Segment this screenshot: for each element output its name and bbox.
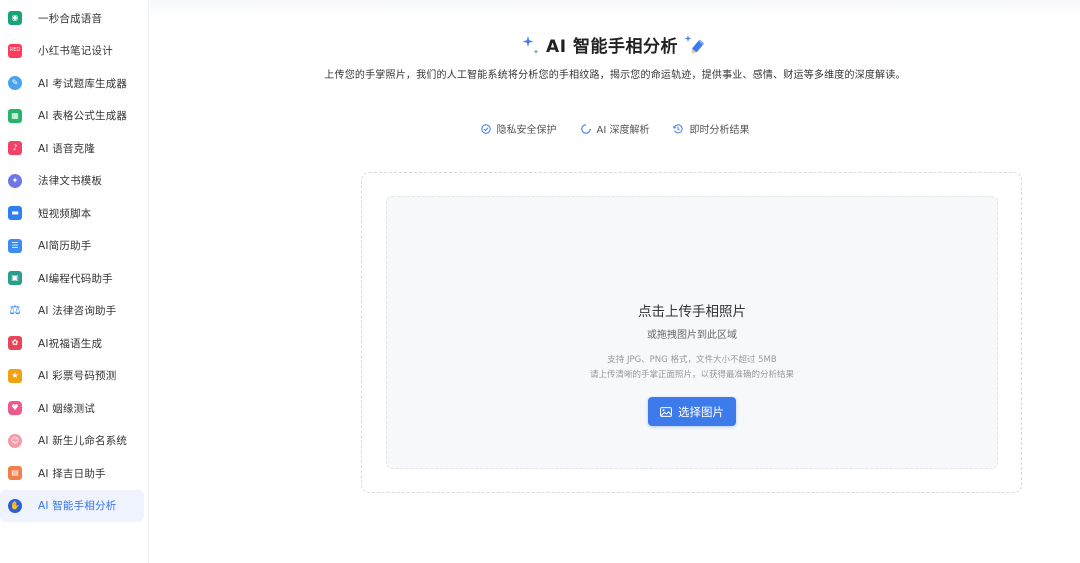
shield-check-icon <box>480 123 491 134</box>
sidebar-item-baby-naming[interactable]: ☺ AI 新生儿命名系统 <box>0 425 144 458</box>
sidebar-item-blessing[interactable]: ✿ AI祝福语生成 <box>0 327 144 360</box>
upload-title: 点击上传手相照片 <box>638 304 746 320</box>
legal-doc-icon: ✦ <box>8 173 22 188</box>
baby-icon: ☺ <box>8 433 22 448</box>
sidebar-item-lottery[interactable]: ★ AI 彩票号码预测 <box>0 360 144 393</box>
upload-format-note: 支持 JPG、PNG 格式，文件大小不超过 5MB <box>607 355 777 365</box>
voice-synth-icon: ◉ <box>8 11 22 26</box>
sidebar-item-label: AI祝福语生成 <box>38 337 103 350</box>
sidebar-item-voice-synth[interactable]: ◉ 一秒合成语音 <box>0 2 144 35</box>
upload-subtitle: 或拖拽图片到此区域 <box>647 330 737 341</box>
sparkle-pencil-icon <box>684 34 708 56</box>
scales-icon: ⚖ <box>9 303 21 319</box>
marriage-icon: ♥ <box>8 401 22 416</box>
sidebar-item-spreadsheet[interactable]: ▦ AI 表格公式生成器 <box>0 100 144 133</box>
sidebar-item-label: AI编程代码助手 <box>38 272 113 285</box>
feature-label: AI 深度解析 <box>596 125 650 136</box>
spreadsheet-icon: ▦ <box>8 108 22 123</box>
video-script-icon: ▬ <box>8 206 22 221</box>
upload-area[interactable]: 点击上传手相照片 或拖拽图片到此区域 支持 JPG、PNG 格式，文件大小不超过… <box>386 196 998 469</box>
sidebar-item-code[interactable]: ▣ AI编程代码助手 <box>0 262 144 295</box>
sidebar-item-voice-clone[interactable]: ♪ AI 语音克隆 <box>0 132 144 165</box>
clock-refresh-icon <box>673 123 684 133</box>
sidebar-item-label: AI 考试题库生成器 <box>38 77 128 90</box>
sidebar-item-label: AI 新生儿命名系统 <box>38 435 128 448</box>
feature-label: 隐私安全保护 <box>496 125 557 136</box>
main-content: AI 智能手相分析 上传您的手掌照片，我们的人工智能系统将分析您的手相纹路，揭示… <box>150 0 1080 563</box>
sidebar-item-exam[interactable]: ✎ AI 考试题库生成器 <box>0 67 144 100</box>
image-icon <box>660 406 672 417</box>
sidebar-item-xiaohongshu[interactable]: RED 小红书笔记设计 <box>0 35 144 68</box>
page-subtitle: 上传您的手掌照片，我们的人工智能系统将分析您的手相纹路，揭示您的命运轨迹，提供事… <box>324 70 906 81</box>
sidebar-item-palm-analysis[interactable]: ✋ AI 智能手相分析 <box>0 489 144 522</box>
feature-label: 即时分析结果 <box>689 125 750 136</box>
resume-icon: ☰ <box>8 238 22 253</box>
sidebar-item-label: AI 择吉日助手 <box>38 467 106 480</box>
feature-instant-result: 即时分析结果 <box>673 121 749 136</box>
sidebar-item-video-script[interactable]: ▬ 短视频脚本 <box>0 197 144 230</box>
sidebar-item-label: AI 表格公式生成器 <box>38 110 128 123</box>
voice-clone-icon: ♪ <box>8 141 22 156</box>
blessing-icon: ✿ <box>8 336 22 351</box>
sidebar-item-legal-doc[interactable]: ✦ 法律文书模板 <box>0 165 144 198</box>
lottery-icon: ★ <box>8 368 22 383</box>
feature-list: 隐私安全保护 AI 深度解析 即时分析结果 <box>150 121 1080 136</box>
xiaohongshu-icon: RED <box>8 43 22 58</box>
sidebar-item-resume[interactable]: ☰ AI简历助手 <box>0 230 144 263</box>
sidebar-item-label: AI 姻缘测试 <box>38 402 96 415</box>
sidebar-item-label: 小红书笔记设计 <box>38 45 113 58</box>
select-image-label: 选择图片 <box>678 404 724 419</box>
feature-ai-analysis: AI 深度解析 <box>580 121 650 136</box>
code-icon: ▣ <box>8 271 22 286</box>
sidebar-item-label: AI 法律咨询助手 <box>38 305 117 318</box>
sidebar-item-label: 一秒合成语音 <box>38 12 103 25</box>
sidebar-item-marriage[interactable]: ♥ AI 姻缘测试 <box>0 392 144 425</box>
sidebar-item-label: AI 彩票号码预测 <box>38 370 117 383</box>
sidebar-item-label: AI 智能手相分析 <box>38 500 117 513</box>
sidebar-item-label: 短视频脚本 <box>38 207 92 220</box>
select-image-button[interactable]: 选择图片 <box>648 397 736 426</box>
sidebar-item-legal-consult[interactable]: ⚖ AI 法律咨询助手 <box>0 295 144 328</box>
palm-icon: ✋ <box>8 498 22 513</box>
title-row: AI 智能手相分析 <box>150 32 1080 57</box>
sidebar: ◉ 一秒合成语音 RED 小红书笔记设计 ✎ AI 考试题库生成器 ▦ AI 表… <box>0 0 149 563</box>
upload-quality-note: 请上传清晰的手掌正面照片，以获得最准确的分析结果 <box>589 370 794 380</box>
top-shadow <box>150 0 1080 16</box>
exam-icon: ✎ <box>8 76 22 91</box>
upload-dropzone[interactable]: 点击上传手相照片 或拖拽图片到此区域 支持 JPG、PNG 格式，文件大小不超过… <box>361 172 1022 493</box>
page-title: AI 智能手相分析 <box>546 37 678 57</box>
sidebar-item-auspicious-day[interactable]: ▤ AI 择吉日助手 <box>0 457 144 490</box>
sidebar-item-label: AI 语音克隆 <box>38 142 96 155</box>
spinner-icon <box>580 123 591 134</box>
sidebar-item-label: AI简历助手 <box>38 240 92 253</box>
sparkle-icon <box>522 34 540 56</box>
sidebar-item-label: 法律文书模板 <box>38 175 103 188</box>
calendar-icon: ▤ <box>8 466 22 481</box>
feature-privacy: 隐私安全保护 <box>480 121 557 136</box>
